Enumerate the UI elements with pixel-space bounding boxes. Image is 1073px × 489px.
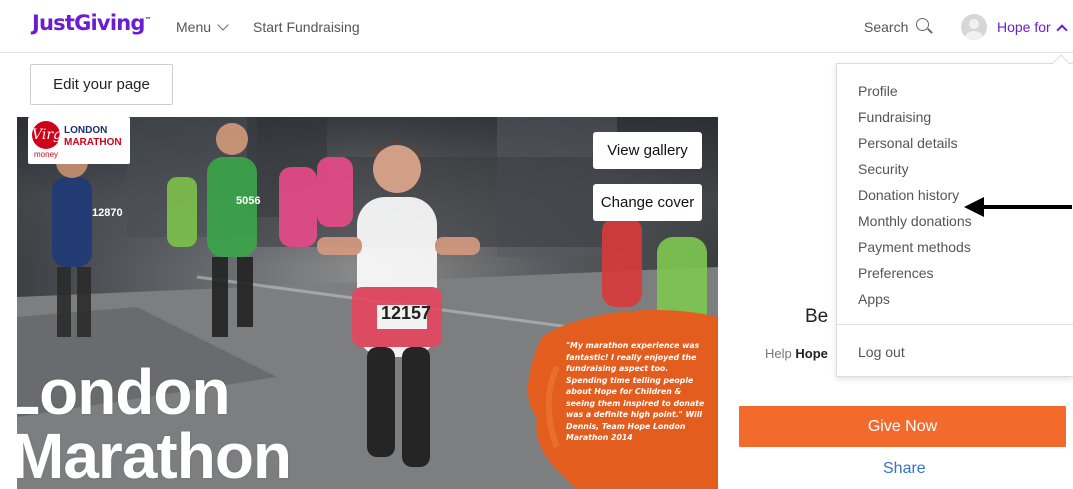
menu-item-log-out[interactable]: Log out bbox=[858, 344, 905, 360]
race-bib-main: 12157 bbox=[381, 303, 432, 323]
dropdown-divider bbox=[837, 324, 1073, 325]
search-icon bbox=[916, 18, 934, 36]
cover-photo: 12157 12870 5056 Virgin money LONDON MAR… bbox=[17, 117, 718, 489]
menu-item-payment-methods[interactable]: Payment methods bbox=[858, 239, 971, 255]
sponsor-money-text: money bbox=[34, 150, 59, 159]
sponsor-line1: LONDON bbox=[64, 125, 108, 136]
search-button[interactable]: Search bbox=[864, 18, 934, 36]
menu-item-donation-history[interactable]: Donation history bbox=[858, 187, 959, 203]
sponsor-line2: MARATHON bbox=[64, 137, 122, 148]
menu-item-monthly-donations[interactable]: Monthly donations bbox=[858, 213, 972, 229]
race-bib-left: 12870 bbox=[92, 207, 123, 219]
justgiving-logo[interactable]: JustGiving™ bbox=[32, 11, 152, 35]
menu-item-security[interactable]: Security bbox=[858, 161, 909, 177]
logo-trademark: ™ bbox=[144, 16, 152, 24]
help-charity-name: Hope bbox=[795, 346, 828, 361]
testimonial-quote: "My marathon experience was fantastic! I… bbox=[566, 341, 705, 442]
user-menu-toggle[interactable]: Hope for bbox=[997, 19, 1068, 36]
change-cover-button[interactable]: Change cover bbox=[593, 184, 702, 221]
share-link[interactable]: Share bbox=[883, 460, 926, 478]
menu-item-fundraising[interactable]: Fundraising bbox=[858, 109, 931, 125]
user-dropdown-menu: Profile Fundraising Personal details Sec… bbox=[836, 54, 1073, 377]
cover-title-line2: Marathon bbox=[17, 420, 292, 489]
menu-label: Menu bbox=[176, 19, 212, 35]
edit-page-button[interactable]: Edit your page bbox=[30, 64, 173, 105]
dropdown-caret bbox=[1052, 54, 1070, 72]
top-header: JustGiving™ Menu Start Fundraising Searc… bbox=[0, 0, 1073, 53]
help-text: Help Hope bbox=[765, 346, 828, 361]
cover-title-line1: London bbox=[17, 356, 231, 428]
menu-item-profile[interactable]: Profile bbox=[858, 83, 898, 99]
menu-item-apps[interactable]: Apps bbox=[858, 291, 890, 307]
logo-text: JustGiving bbox=[32, 11, 145, 35]
menu-item-preferences[interactable]: Preferences bbox=[858, 265, 933, 281]
virgin-money-london-marathon-logo: Virgin money LONDON MARATHON bbox=[28, 117, 130, 164]
virgin-logo-icon: Virgin bbox=[32, 121, 76, 149]
menu-item-personal-details[interactable]: Personal details bbox=[858, 135, 958, 151]
chevron-up-icon bbox=[1056, 23, 1068, 36]
annotation-arrow-icon bbox=[964, 197, 1072, 217]
view-gallery-button[interactable]: View gallery bbox=[593, 132, 702, 169]
chevron-down-icon bbox=[217, 18, 229, 31]
give-now-button[interactable]: Give Now bbox=[739, 406, 1066, 447]
search-label: Search bbox=[864, 19, 909, 35]
menu-button[interactable]: Menu bbox=[176, 18, 229, 35]
fundraising-heading: Be bbox=[805, 306, 829, 327]
help-prefix: Help bbox=[765, 346, 792, 361]
race-bib-green: 5056 bbox=[236, 195, 261, 207]
user-name-label: Hope for bbox=[997, 19, 1051, 35]
start-fundraising-link[interactable]: Start Fundraising bbox=[253, 19, 360, 35]
avatar[interactable] bbox=[961, 14, 987, 40]
